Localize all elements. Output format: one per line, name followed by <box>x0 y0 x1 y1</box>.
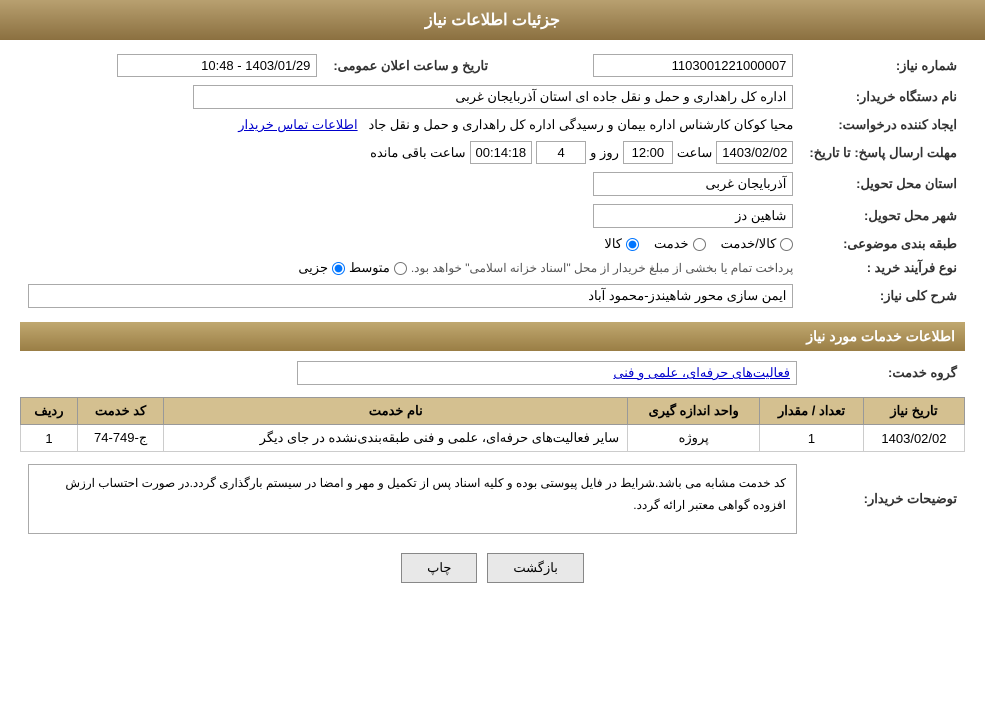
sharh-box: ایمن سازی محور شاهیندز-محمود آباد <box>28 284 793 308</box>
toozihat-value: کد خدمت مشابه می باشد.شرایط در فایل پیوس… <box>20 460 805 538</box>
ostan-label: استان محل تحویل: <box>801 168 965 200</box>
chap-button[interactable]: چاپ <box>401 553 477 583</box>
page-header: جزئیات اطلاعات نیاز <box>0 0 985 40</box>
shahr-value: شاهین دز <box>496 200 801 232</box>
tabaghe-label: طبقه بندی موضوعی: <box>801 232 965 256</box>
toozihat-table: توضیحات خریدار: کد خدمت مشابه می باشد.شر… <box>20 460 965 538</box>
cell-date: 1403/02/02 <box>863 425 964 452</box>
cell-count: 1 <box>760 425 864 452</box>
mohlat-baghimande-label: ساعت باقی مانده <box>370 145 465 161</box>
mohlat-row: 1403/02/02 ساعت 12:00 روز و 4 00:14:18 <box>20 137 801 168</box>
namDastgah-label: نام دستگاه خریدار: <box>801 81 965 113</box>
radio-motavasset[interactable] <box>394 262 407 275</box>
page-wrapper: جزئیات اطلاعات نیاز شماره نیاز: 11030012… <box>0 0 985 703</box>
mohlat-roz-label: روز و <box>590 145 619 161</box>
col-count: تعداد / مقدار <box>760 398 864 425</box>
col-unit: واحد اندازه گیری <box>628 398 760 425</box>
radio-motavasset-item: متوسط <box>349 260 407 276</box>
info-table: شماره نیاز: 1103001221000007 تاریخ و ساع… <box>20 50 965 312</box>
mohlat-baghimande-box: 00:14:18 <box>470 141 533 164</box>
page-title: جزئیات اطلاعات نیاز <box>425 12 560 29</box>
sharh-value: ایمن سازی محور شاهیندز-محمود آباد <box>20 280 801 312</box>
tarikh-box: 1403/01/29 - 10:48 <box>117 54 317 77</box>
radio-jozii[interactable] <box>332 262 345 275</box>
noeFarayand-label: نوع فرآیند خرید : <box>801 256 965 280</box>
mohlat-label: مهلت ارسال پاسخ: تا تاریخ: <box>801 137 965 168</box>
radio-kala-khedmat[interactable] <box>780 238 793 251</box>
farayand-flex: پرداخت تمام یا بخشی از مبلغ خریدار از مح… <box>28 260 793 276</box>
button-row: بازگشت چاپ <box>20 553 965 583</box>
tabaghe-radios: کالا/خدمت خدمت کالا <box>20 232 801 256</box>
farayand-text: پرداخت تمام یا بخشی از مبلغ خریدار از مح… <box>411 261 794 275</box>
noeFarayand-row: پرداخت تمام یا بخشی از مبلغ خریدار از مح… <box>20 256 801 280</box>
namDastgah-box: اداره کل راهداری و حمل و نقل جاده ای است… <box>193 85 793 109</box>
services-table: تاریخ نیاز تعداد / مقدار واحد اندازه گیر… <box>20 397 965 452</box>
col-date: تاریخ نیاز <box>863 398 964 425</box>
shomareNiaz-value: 1103001221000007 <box>496 50 801 81</box>
radio-khedmat[interactable] <box>693 238 706 251</box>
toozihat-label: توضیحات خریدار: <box>805 460 965 538</box>
section2-header: اطلاعات خدمات مورد نیاز <box>20 322 965 351</box>
radio-kala[interactable] <box>626 238 639 251</box>
ijaadKoonande-value: محیا کوکان کارشناس اداره بیمان و رسیدگی … <box>20 113 801 137</box>
mohlat-date-box: 1403/02/02 <box>716 141 793 164</box>
toozihat-box: کد خدمت مشابه می باشد.شرایط در فایل پیوس… <box>28 464 797 534</box>
ijaadKoonande-link[interactable]: اطلاعات تماس خریدار <box>238 117 357 132</box>
col-code: کد خدمت <box>77 398 164 425</box>
ijaadKoonande-label: ایجاد کننده درخواست: <box>801 113 965 137</box>
radio-khedmat-item: خدمت <box>654 236 706 252</box>
grohe-table: گروه خدمت: فعالیت‌های حرفه‌ای، علمی و فن… <box>20 357 965 389</box>
cell-radif: 1 <box>21 425 78 452</box>
cell-code: ج-749-74 <box>77 425 164 452</box>
mohlat-time-box: 12:00 <box>623 141 673 164</box>
bazgasht-button[interactable]: بازگشت <box>487 553 583 583</box>
mohlat-time-label: ساعت <box>677 145 712 161</box>
groheKhedmat-value: فعالیت‌های حرفه‌ای، علمی و فنی <box>20 357 805 389</box>
ostan-value: آذربایجان غربی <box>496 168 801 200</box>
tabaghe-radio-group: کالا/خدمت خدمت کالا <box>28 236 793 252</box>
shahr-label: شهر محل تحویل: <box>801 200 965 232</box>
col-radif: ردیف <box>21 398 78 425</box>
tarikh-label: تاریخ و ساعت اعلان عمومی: <box>325 50 496 81</box>
cell-unit: پروژه <box>628 425 760 452</box>
radio-kala-khedmat-item: کالا/خدمت <box>721 236 794 252</box>
main-content: شماره نیاز: 1103001221000007 تاریخ و ساع… <box>0 40 985 608</box>
shahr-box: شاهین دز <box>593 204 793 228</box>
col-name: نام خدمت <box>164 398 628 425</box>
cell-name: سایر فعالیت‌های حرفه‌ای، علمی و فنی طبقه… <box>164 425 628 452</box>
groheKhedmat-box: فعالیت‌های حرفه‌ای، علمی و فنی <box>297 361 797 385</box>
shomareNiaz-label: شماره نیاز: <box>801 50 965 81</box>
groheKhedmat-label: گروه خدمت: <box>805 357 965 389</box>
sharh-label: شرح کلی نیاز: <box>801 280 965 312</box>
namDastgah-value: اداره کل راهداری و حمل و نقل جاده ای است… <box>20 81 801 113</box>
table-row: 1403/02/02 1 پروژه سایر فعالیت‌های حرفه‌… <box>21 425 965 452</box>
mohlat-flex: 1403/02/02 ساعت 12:00 روز و 4 00:14:18 <box>28 141 793 164</box>
ostan-box: آذربایجان غربی <box>593 172 793 196</box>
mohlat-roz-box: 4 <box>536 141 586 164</box>
tarikh-value: 1403/01/29 - 10:48 <box>20 50 325 81</box>
radio-kala-item: کالا <box>604 236 639 252</box>
radio-jozii-item: جزیی <box>298 260 345 276</box>
ijaadKoonande-text: محیا کوکان کارشناس اداره بیمان و رسیدگی … <box>368 117 793 132</box>
shomareNiaz-box: 1103001221000007 <box>593 54 793 77</box>
